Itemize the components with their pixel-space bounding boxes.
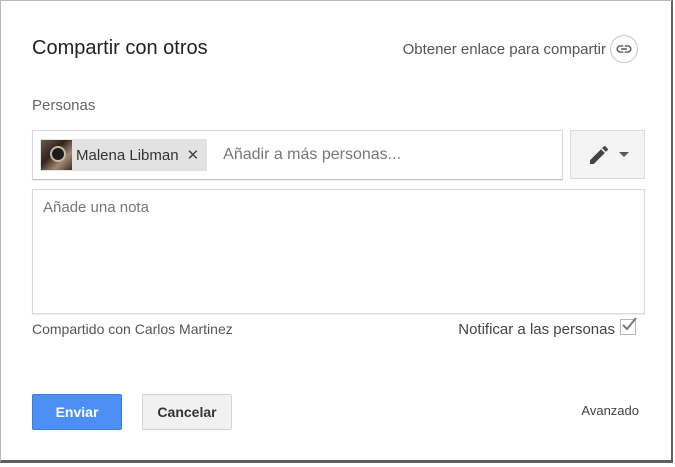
notify-option[interactable]: Notificar a las personas xyxy=(458,316,637,338)
check-icon xyxy=(622,316,637,330)
link-icon[interactable] xyxy=(610,35,638,63)
close-icon[interactable]: ✕ xyxy=(187,146,200,164)
get-share-link-button[interactable]: Obtener enlace para compartir xyxy=(403,35,638,63)
note-field[interactable] xyxy=(32,189,645,314)
send-button[interactable]: Enviar xyxy=(32,394,122,430)
person-chip-name: Malena Libman xyxy=(76,146,179,164)
share-dialog: Compartir con otros Obtener enlace para … xyxy=(0,0,673,463)
notify-checkbox[interactable] xyxy=(620,316,637,335)
pencil-icon xyxy=(589,145,608,164)
avatar xyxy=(41,140,72,170)
people-input-box[interactable]: Malena Libman ✕ xyxy=(32,130,563,180)
add-people-input[interactable] xyxy=(221,145,526,165)
shared-with-text: Compartido con Carlos Martinez xyxy=(32,321,233,337)
cancel-button[interactable]: Cancelar xyxy=(142,394,232,430)
person-chip[interactable]: Malena Libman ✕ xyxy=(40,139,208,171)
get-share-link-label: Obtener enlace para compartir xyxy=(402,40,606,58)
permission-dropdown[interactable] xyxy=(570,130,645,179)
advanced-link[interactable]: Avanzado xyxy=(581,403,639,418)
dialog-title: Compartir con otros xyxy=(32,37,208,59)
chevron-down-icon xyxy=(618,152,629,157)
people-section-label: Personas xyxy=(32,97,96,114)
notify-label: Notificar a las personas xyxy=(458,321,615,338)
